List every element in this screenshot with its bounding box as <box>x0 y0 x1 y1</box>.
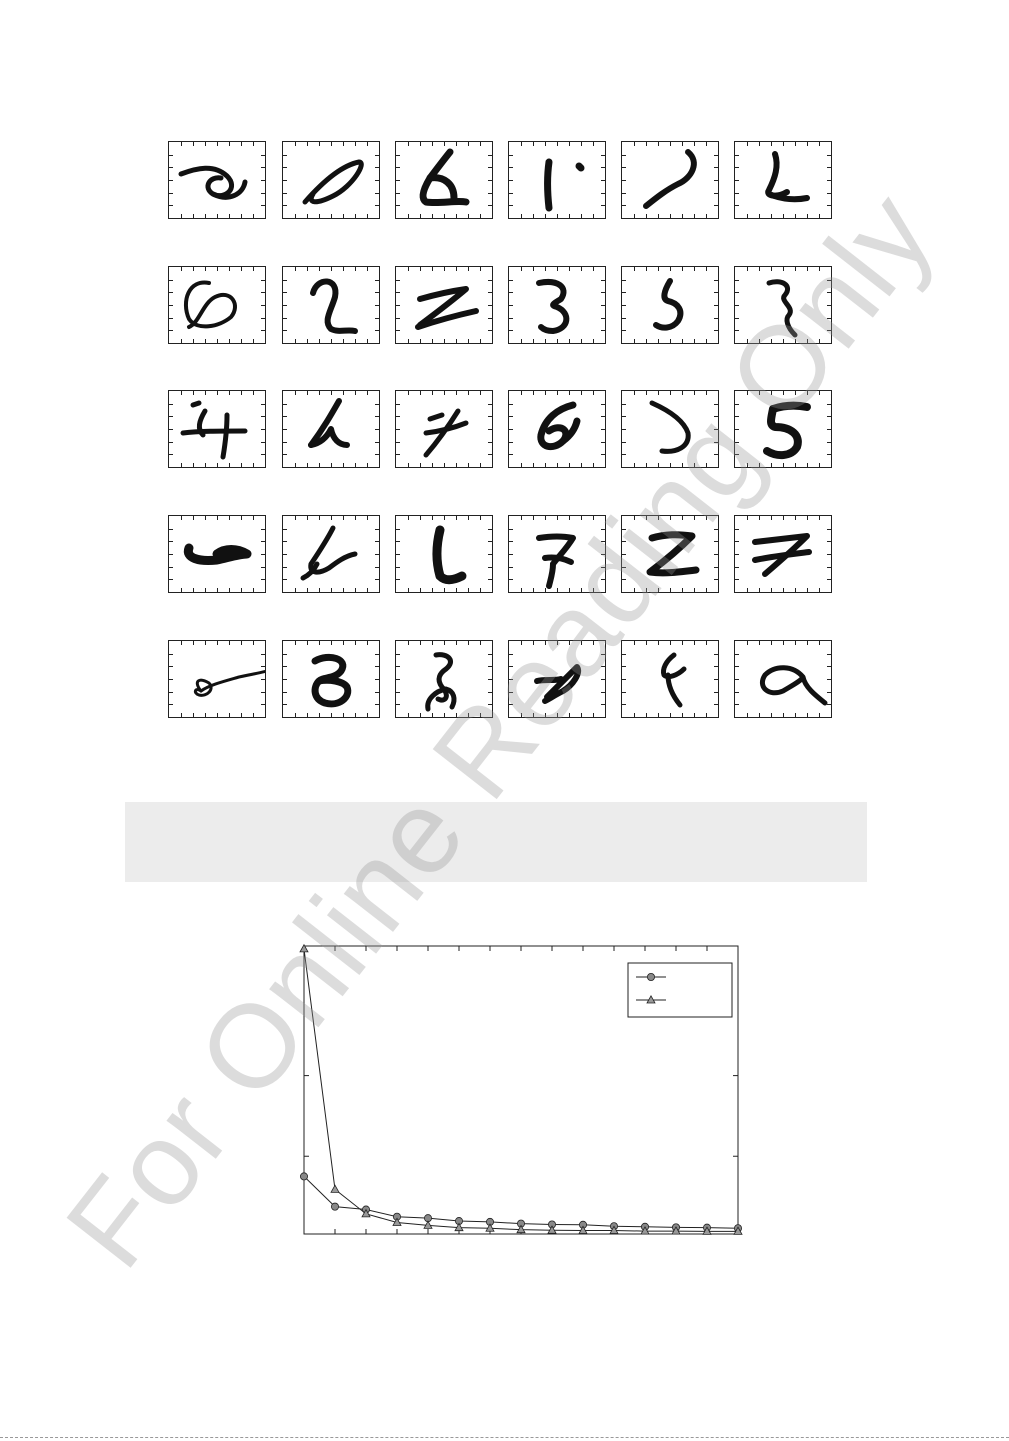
digit-sample-1 <box>168 141 266 219</box>
digit-stroke <box>310 278 358 334</box>
digit-stroke <box>575 162 585 172</box>
digit-stroke <box>765 151 790 199</box>
handwritten-digit-glyph <box>653 278 684 331</box>
digit-sample-22 <box>508 515 606 593</box>
digit-stroke <box>536 279 570 334</box>
digit-sample-9 <box>395 266 493 344</box>
handwritten-digit-glyph <box>180 400 248 460</box>
handwritten-digit-glyph <box>311 653 352 708</box>
digit-stroke <box>302 159 364 205</box>
handwritten-digit-glyph <box>649 400 691 454</box>
handwritten-digit-glyph <box>763 401 811 460</box>
digit-sample-8 <box>282 266 380 344</box>
digit-sample-26 <box>282 640 380 718</box>
digit-stroke <box>427 412 445 422</box>
series-1-point <box>299 1172 308 1181</box>
digit-stroke <box>546 561 556 589</box>
handwritten-digit-glyph <box>544 158 585 212</box>
handwritten-digit-glyph <box>193 669 265 697</box>
digit-stroke <box>183 280 237 329</box>
digit-sample-7 <box>168 266 266 344</box>
digit-stroke <box>643 149 697 209</box>
digit-stroke <box>183 543 252 565</box>
digit-sample-5 <box>621 141 719 219</box>
handwritten-digit-glyph <box>300 525 358 581</box>
handwritten-digit-glyph <box>419 148 470 207</box>
handwritten-digit-glyph <box>308 398 350 448</box>
digit-sample-11 <box>621 266 719 344</box>
digit-sample-12 <box>734 266 832 344</box>
handwritten-digit-glyph <box>310 278 358 334</box>
digit-stroke <box>220 412 230 460</box>
handwritten-digit-glyph <box>178 165 248 200</box>
page-bottom-rule <box>0 1437 1009 1438</box>
handwritten-digit-glyph <box>646 531 700 577</box>
digit-sample-24 <box>734 515 832 593</box>
digit-sample-19 <box>168 515 266 593</box>
digit-stroke <box>763 405 802 460</box>
handwritten-digit-glyph <box>643 149 697 209</box>
digit-sample-28 <box>508 640 606 718</box>
handwritten-digit-glyph <box>534 664 581 704</box>
digit-sample-23 <box>621 515 719 593</box>
digit-sample-25 <box>168 640 266 718</box>
handwritten-digit-glyph <box>766 279 798 338</box>
series-1-point <box>330 1202 339 1211</box>
digit-stroke <box>432 525 467 585</box>
handwritten-digit-glyph <box>765 151 810 203</box>
digit-stroke <box>769 401 811 413</box>
legend-marker-1 <box>647 973 656 982</box>
digit-stroke <box>646 531 700 577</box>
digit-stroke <box>534 676 564 684</box>
digit-sample-18 <box>734 390 832 468</box>
digit-stroke <box>542 664 581 704</box>
digit-stroke <box>178 165 235 198</box>
handwritten-digit-glyph <box>536 279 570 334</box>
handwritten-digit-glyph <box>432 525 467 585</box>
legend-box <box>627 962 733 1018</box>
digit-sample-21 <box>395 515 493 593</box>
digit-sample-4 <box>508 141 606 219</box>
convergence-chart <box>299 943 743 1235</box>
digit-sample-17 <box>621 390 719 468</box>
handwritten-digit-glyph <box>536 533 576 589</box>
digit-sample-13 <box>168 390 266 468</box>
digit-stroke <box>766 279 798 338</box>
digit-sample-16 <box>508 390 606 468</box>
digit-stroke <box>649 400 691 454</box>
handwritten-digit-glyph <box>537 401 581 451</box>
digit-stroke <box>544 158 553 212</box>
handwritten-digit-glyph <box>425 652 457 712</box>
digit-sample-30 <box>734 640 832 718</box>
digit-sample-27 <box>395 640 493 718</box>
digit-sample-15 <box>395 390 493 468</box>
digit-sample-20 <box>282 515 380 593</box>
caption-band <box>125 802 867 882</box>
digit-stroke <box>190 400 202 408</box>
handwritten-digit-glyph <box>752 533 812 577</box>
digit-stroke <box>665 672 683 708</box>
handwritten-digit-glyph <box>759 665 828 706</box>
digit-sample-3 <box>395 141 493 219</box>
digit-stroke <box>311 653 352 708</box>
digit-sample-10 <box>508 266 606 344</box>
digit-stroke <box>180 428 248 436</box>
digit-stroke <box>759 665 828 706</box>
digit-stroke <box>653 278 684 331</box>
digit-sample-grid <box>0 0 1009 760</box>
digit-stroke <box>423 420 469 436</box>
digit-sample-6 <box>734 141 832 219</box>
digit-sample-29 <box>621 640 719 718</box>
handwritten-digit-glyph <box>183 543 252 565</box>
handwritten-digit-glyph <box>661 652 687 708</box>
handwritten-digit-glyph <box>183 280 237 329</box>
handwritten-digit-glyph <box>302 159 364 205</box>
handwritten-digit-glyph <box>415 286 479 330</box>
digit-sample-2 <box>282 141 380 219</box>
digit-stroke <box>426 174 458 202</box>
digit-sample-14 <box>282 390 380 468</box>
handwritten-digit-glyph <box>423 408 469 458</box>
